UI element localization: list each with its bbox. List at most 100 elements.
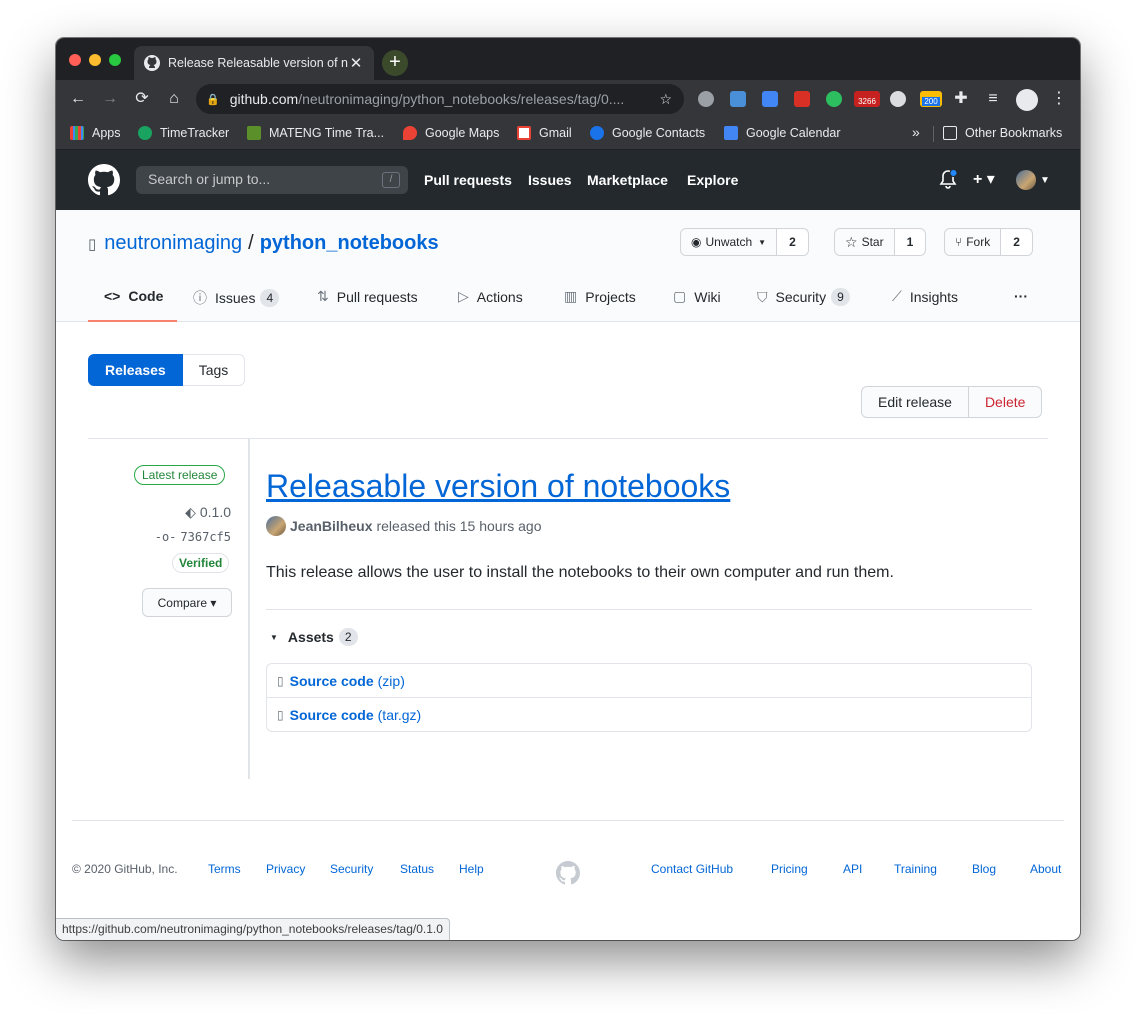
release-title[interactable]: Releasable version of notebooks bbox=[266, 468, 730, 505]
extension-icon[interactable] bbox=[794, 91, 810, 107]
repo-name-link[interactable]: python_notebooks bbox=[260, 232, 439, 255]
notifications-bell-icon[interactable] bbox=[939, 170, 957, 190]
search-input[interactable]: Search or jump to... / bbox=[136, 166, 408, 194]
nav-explore[interactable]: Explore bbox=[687, 172, 738, 188]
github-logo-icon[interactable] bbox=[88, 164, 120, 196]
create-new-menu[interactable]: + ▾ bbox=[973, 169, 995, 189]
footer-link-about[interactable]: About bbox=[1030, 862, 1061, 876]
nav-pull-requests[interactable]: Pull requests bbox=[424, 172, 512, 188]
author-link[interactable]: JeanBilheux bbox=[290, 518, 372, 534]
footer-link-contact[interactable]: Contact GitHub bbox=[651, 862, 733, 876]
releases-tab-button[interactable]: Releases bbox=[88, 354, 183, 386]
footer-link-blog[interactable]: Blog bbox=[972, 862, 996, 876]
browser-tab[interactable]: Release Releasable version of notebooks … bbox=[134, 46, 374, 80]
tab-close-icon[interactable]: ✕ bbox=[348, 54, 364, 72]
bookmarks-divider bbox=[933, 126, 934, 142]
footer-link-training[interactable]: Training bbox=[894, 862, 937, 876]
bookmark-star-icon[interactable]: ☆ bbox=[659, 91, 672, 108]
bookmark-apps[interactable]: Apps bbox=[70, 126, 121, 140]
footer-link-pricing[interactable]: Pricing bbox=[771, 862, 808, 876]
delete-release-button[interactable]: Delete bbox=[968, 386, 1043, 418]
forward-icon[interactable]: → bbox=[99, 88, 121, 110]
footer-link-privacy[interactable]: Privacy bbox=[266, 862, 305, 876]
nav-marketplace[interactable]: Marketplace bbox=[587, 172, 668, 188]
tab-code[interactable]: <> Code bbox=[104, 288, 163, 304]
kebab-menu-icon[interactable]: ⋮ bbox=[1048, 88, 1070, 110]
footer-link-api[interactable]: API bbox=[843, 862, 862, 876]
tab-wiki[interactable]: ▢ Wiki bbox=[673, 288, 721, 305]
bookmark-timetracker[interactable]: TimeTracker bbox=[138, 126, 229, 140]
github-mark-icon[interactable] bbox=[556, 861, 580, 885]
reload-icon[interactable]: ⟳ bbox=[131, 88, 153, 110]
reading-list-icon[interactable]: ≡ bbox=[982, 88, 1004, 110]
verified-badge[interactable]: Verified bbox=[172, 553, 230, 573]
compare-dropdown[interactable]: Compare ▾ bbox=[142, 588, 232, 617]
bookmark-gmail[interactable]: Gmail bbox=[517, 126, 572, 140]
bookmark-label: Apps bbox=[92, 126, 121, 140]
repo-separator: / bbox=[248, 232, 254, 254]
tab-security[interactable]: ⛉ Security 9 bbox=[757, 288, 850, 306]
commit-sha: 7367cf5 bbox=[180, 530, 231, 544]
footer-link-help[interactable]: Help bbox=[459, 862, 484, 876]
tab-actions[interactable]: ▷ Actions bbox=[458, 288, 523, 305]
bookmark-mateng[interactable]: MATENG Time Tra... bbox=[247, 126, 384, 140]
code-icon: <> bbox=[104, 288, 121, 304]
tab-projects[interactable]: ▥ Projects bbox=[564, 288, 636, 305]
watch-count[interactable]: 2 bbox=[777, 228, 809, 256]
release-tag[interactable]: ⬖ 0.1.0 bbox=[185, 504, 231, 521]
apps-grid-icon bbox=[70, 126, 84, 140]
footer-link-security[interactable]: Security bbox=[330, 862, 373, 876]
address-bar[interactable]: 🔒 github.com /neutronimaging/python_note… bbox=[196, 84, 684, 114]
assets-toggle[interactable]: ▼ Assets 2 bbox=[266, 628, 358, 646]
fork-count[interactable]: 2 bbox=[1001, 228, 1033, 256]
nav-issues[interactable]: Issues bbox=[528, 172, 572, 188]
footer-link-status[interactable]: Status bbox=[400, 862, 434, 876]
minimize-window-button[interactable] bbox=[89, 54, 101, 66]
more-tabs-icon[interactable]: ··· bbox=[1014, 288, 1028, 304]
tab-insights[interactable]: ⟋ Insights bbox=[892, 288, 958, 305]
star-button[interactable]: ☆ Star bbox=[834, 228, 895, 256]
watch-button[interactable]: ◉ Unwatch ▼ bbox=[680, 228, 778, 256]
translate-extension-icon[interactable] bbox=[762, 91, 778, 107]
file-zip-icon: ▯ bbox=[277, 673, 284, 688]
repo-owner-link[interactable]: neutronimaging bbox=[104, 232, 242, 255]
asset-row[interactable]: ▯ Source code (zip) bbox=[267, 664, 1031, 698]
tab-pull-requests[interactable]: ⇅ Pull requests bbox=[317, 288, 418, 305]
puzzle-extensions-icon[interactable]: ✚ bbox=[950, 88, 972, 110]
bookmark-google-maps[interactable]: Google Maps bbox=[403, 126, 499, 140]
home-icon[interactable]: ⌂ bbox=[163, 88, 185, 110]
triangle-down-icon: ▼ bbox=[270, 632, 278, 642]
user-avatar-menu[interactable]: ▼ bbox=[1016, 170, 1050, 190]
new-tab-button[interactable]: + bbox=[382, 50, 408, 76]
profile-avatar-icon[interactable] bbox=[1016, 89, 1038, 111]
git-commit-icon: -o- bbox=[154, 530, 177, 544]
more-bookmarks-icon[interactable]: » bbox=[912, 124, 920, 140]
extension-icon[interactable] bbox=[730, 91, 746, 107]
file-zip-icon: ▯ bbox=[277, 708, 284, 722]
bookmark-google-contacts[interactable]: Google Contacts bbox=[590, 126, 705, 140]
tab-issues[interactable]: ⓘ Issues 4 bbox=[193, 288, 280, 308]
assets-counter: 2 bbox=[338, 628, 358, 646]
star-count[interactable]: 1 bbox=[894, 228, 927, 256]
bookmark-google-calendar[interactable]: Google Calendar bbox=[724, 126, 841, 140]
tab-label: Code bbox=[128, 288, 164, 304]
extension-icon[interactable] bbox=[890, 91, 906, 107]
footer-link-terms[interactable]: Terms bbox=[208, 862, 241, 876]
avatar[interactable] bbox=[266, 516, 286, 536]
zoom-window-button[interactable] bbox=[109, 54, 121, 66]
bookmark-other-bookmarks[interactable]: Other Bookmarks bbox=[943, 126, 1062, 140]
tab-label: Pull requests bbox=[336, 288, 418, 305]
fork-button[interactable]: ⑂ Fork bbox=[944, 228, 1002, 256]
asset-row[interactable]: ▯ Source code (tar.gz) bbox=[267, 698, 1031, 732]
evernote-extension-icon[interactable] bbox=[826, 91, 842, 107]
chevron-down-icon: ▼ bbox=[1040, 174, 1050, 186]
settings-extension-icon[interactable] bbox=[698, 91, 714, 107]
mail-extension-icon[interactable]: 3266 bbox=[854, 91, 880, 107]
back-icon[interactable]: ← bbox=[67, 88, 89, 110]
extension-icon[interactable]: 200 bbox=[920, 91, 942, 107]
close-window-button[interactable] bbox=[69, 54, 81, 66]
tags-tab-button[interactable]: Tags bbox=[182, 354, 246, 386]
edit-release-button[interactable]: Edit release bbox=[861, 386, 969, 418]
lock-icon: 🔒 bbox=[206, 93, 220, 106]
release-commit[interactable]: -o- 7367cf5 bbox=[155, 530, 231, 544]
